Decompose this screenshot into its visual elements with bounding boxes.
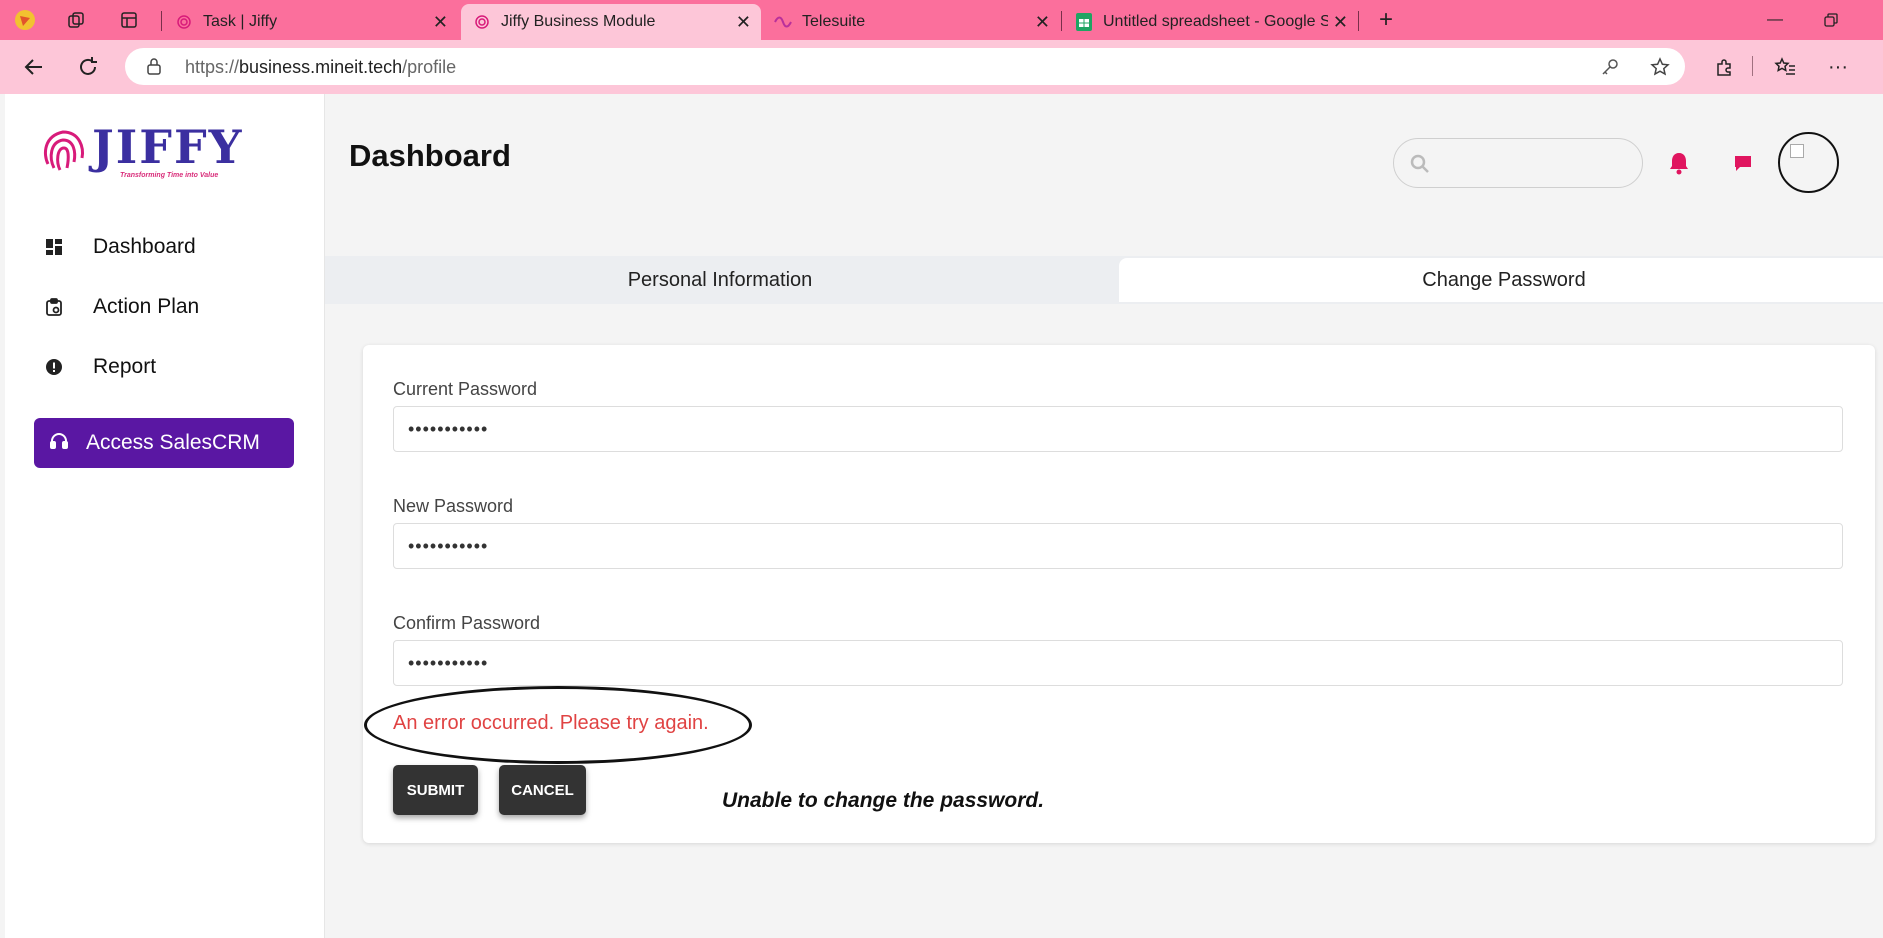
back-icon[interactable] [20,53,48,81]
extensions-icon[interactable] [1710,53,1738,81]
url-scheme: https:// [185,57,240,77]
tab-separator [1061,11,1062,31]
cancel-button[interactable]: CANCEL [499,765,586,815]
search-input[interactable] [1393,138,1643,188]
current-password-label: Current Password [393,379,538,399]
dashboard-icon [45,238,63,256]
headset-icon [50,432,68,455]
browser-tab-task-jiffy[interactable]: Task | Jiffy ✕ [163,4,458,40]
search-icon [1410,154,1429,173]
sidebar-item-label: Dashboard [93,235,196,258]
tab-title: Telesuite [802,13,866,30]
browser-tab-spreadsheet[interactable]: Untitled spreadsheet - Google Sh ✕ [1063,4,1358,40]
tab-separator [161,11,162,31]
tab-separator [1358,11,1359,31]
page-title: Dashboard [349,138,511,173]
tab-title: Untitled spreadsheet - Google Sh [1103,13,1328,30]
toolbar-separator [1752,56,1753,76]
restore-icon[interactable] [1816,8,1846,32]
jiffy-favicon-icon [473,13,491,31]
tab-personal-information[interactable]: Personal Information [325,256,1115,304]
key-icon[interactable] [1599,56,1621,78]
favorite-star-icon[interactable] [1649,56,1671,78]
close-tab-icon[interactable]: ✕ [1333,13,1348,31]
change-password-card: Current Password ••••••••••• New Passwor… [363,345,1875,843]
close-tab-icon[interactable]: ✕ [1035,13,1050,31]
annotation-note: Unable to change the password. [722,789,1045,812]
close-tab-icon[interactable]: ✕ [433,13,448,31]
jiffy-logo[interactable]: JIFFY Transforming Time into Value [40,124,243,179]
sidebar: JIFFY Transforming Time into Value Dashb… [5,94,325,938]
sidebar-item-report[interactable]: Report [45,352,156,382]
more-options-icon[interactable]: ··· [1824,53,1852,81]
confirm-password-field[interactable]: ••••••••••• [393,640,1843,686]
browser-tab-jiffy-business[interactable]: Jiffy Business Module ✕ [461,4,761,40]
profile-avatar-icon[interactable] [13,8,37,32]
lock-icon[interactable] [145,57,163,75]
sidebar-item-dashboard[interactable]: Dashboard [45,232,196,262]
confirm-password-label: Confirm Password [393,613,541,633]
brand-name: JIFFY [92,120,244,174]
favorites-icon[interactable] [1771,53,1799,81]
close-tab-icon[interactable]: ✕ [736,13,751,31]
user-avatar[interactable] [1778,132,1839,193]
refresh-icon[interactable] [74,53,102,81]
notification-bell-icon[interactable] [1668,151,1690,175]
fingerprint-logo-icon [44,130,84,171]
telesuite-favicon-icon [774,13,792,31]
access-salescrm-button[interactable]: Access SalesCRM [34,418,294,468]
minimize-icon[interactable]: — [1760,8,1790,32]
annotation-ellipse [364,686,752,764]
sheets-favicon-icon [1075,13,1093,31]
crm-button-label: Access SalesCRM [86,431,260,454]
workspaces-icon[interactable] [64,8,88,32]
new-tab-icon[interactable]: + [1374,6,1398,33]
url-text: https://business.mineit.tech/profile [185,57,456,78]
url-path: /profile [402,57,457,77]
new-password-label: New Password [393,496,514,516]
broken-image-icon [1790,144,1804,158]
tab-change-password[interactable]: Change Password [1119,258,1883,302]
new-password-field[interactable]: ••••••••••• [393,523,1843,569]
browser-address-bar: https://business.mineit.tech/profile ··· [0,40,1883,94]
sidebar-item-label: Action Plan [93,295,200,318]
alert-icon [45,358,63,376]
browser-tabbar: Task | Jiffy ✕ Jiffy Business Module ✕ T… [0,0,1883,40]
current-password-field[interactable]: ••••••••••• [393,406,1843,452]
url-host: business.mineit.tech [239,57,403,77]
sidebar-item-action-plan[interactable]: Action Plan [45,292,199,322]
tab-title: Task | Jiffy [203,13,278,30]
url-field[interactable]: https://business.mineit.tech/profile [125,48,1685,85]
browser-tab-telesuite[interactable]: Telesuite ✕ [762,4,1060,40]
tab-title: Jiffy Business Module [501,13,656,30]
submit-button[interactable]: SUBMIT [393,765,478,815]
jiffy-favicon-icon [175,13,193,31]
profile-tabs: Personal Information Change Password [325,256,1883,304]
tab-actions-icon[interactable] [117,8,141,32]
chat-icon[interactable] [1733,153,1753,173]
clipboard-icon [45,298,63,316]
sidebar-item-label: Report [93,355,157,378]
